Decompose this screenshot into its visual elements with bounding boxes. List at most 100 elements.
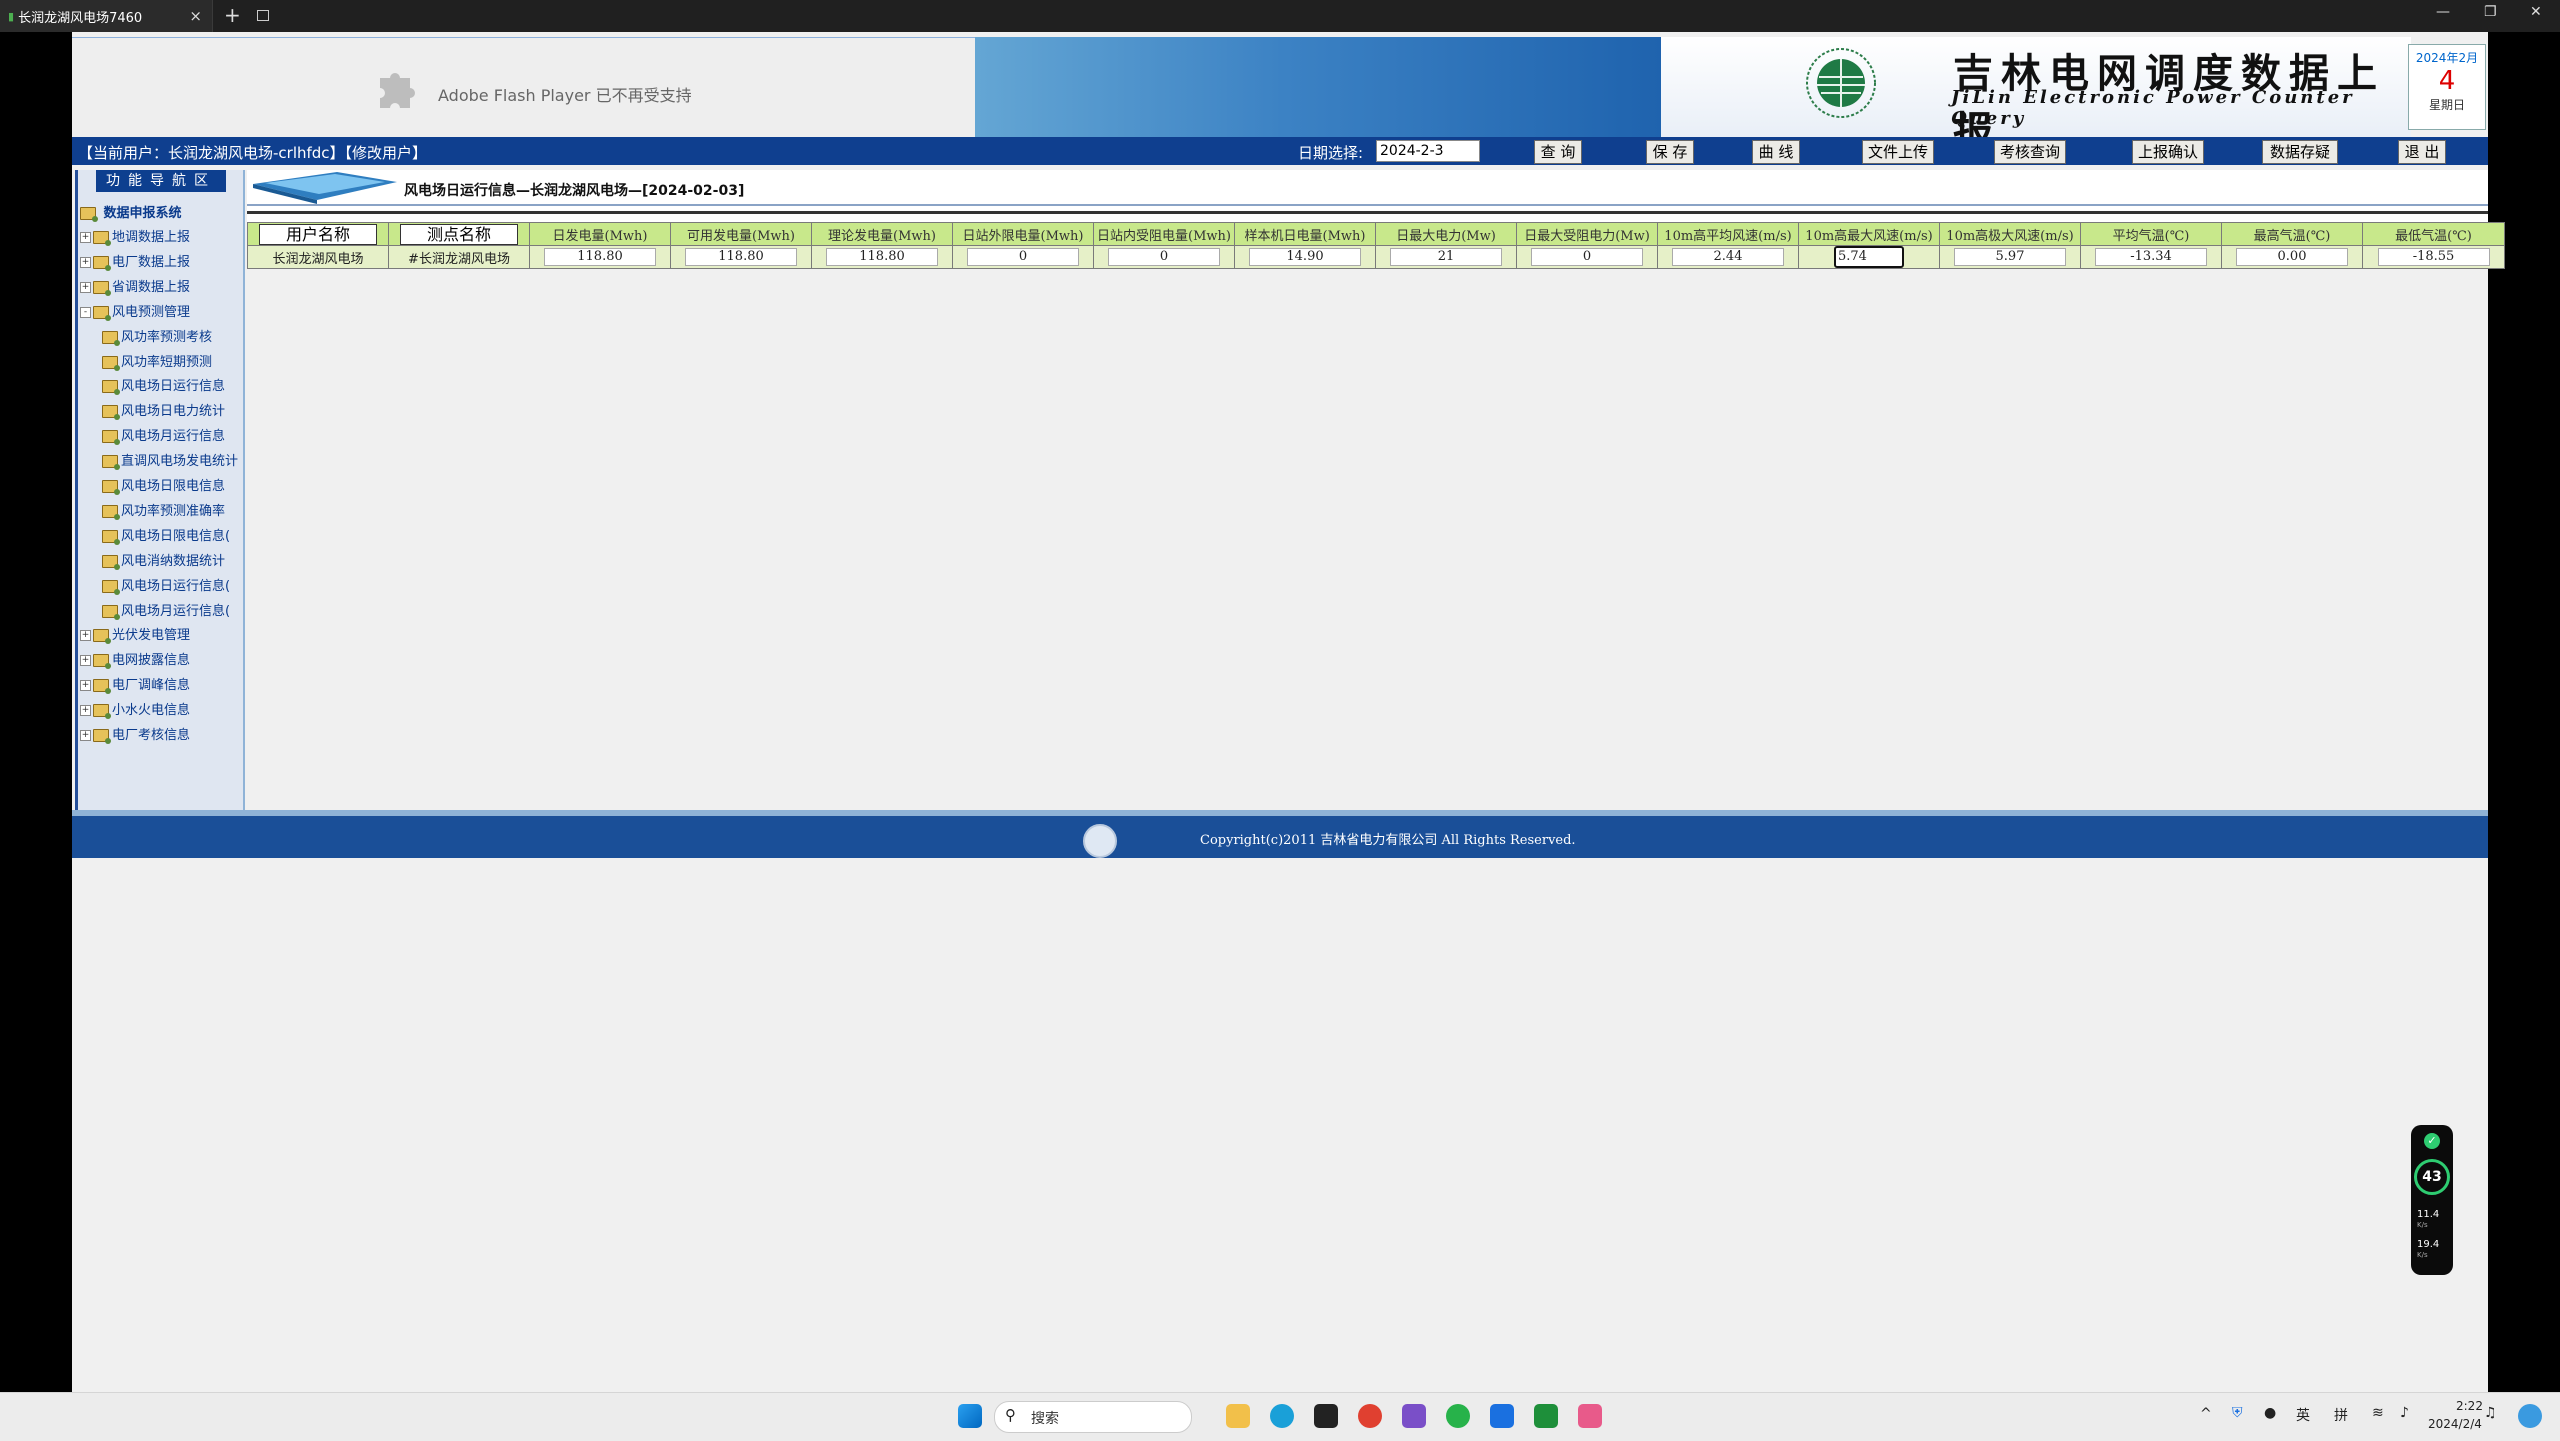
expand-icon[interactable]: +: [80, 655, 91, 667]
current-user[interactable]: 【当前用户：长润龙湖风电场-crlhfdc】【修改用户】: [78, 142, 427, 163]
sidebar-item-label: 风电场日运行信息: [121, 379, 226, 395]
volume-icon[interactable]: ♪: [2400, 1405, 2409, 1421]
new-tab-button[interactable]: +: [224, 4, 241, 26]
sidebar-item[interactable]: 直调风电场发电统计: [98, 450, 238, 474]
value-input[interactable]: 2.44: [1672, 248, 1784, 266]
sidebar-item-label: 风电消纳数据统计: [121, 553, 226, 569]
expand-icon[interactable]: +: [80, 705, 91, 717]
sidebar-item[interactable]: + 电厂考核信息: [80, 724, 190, 748]
sidebar-item[interactable]: + 光伏发电管理: [80, 624, 190, 648]
app-f-icon[interactable]: [1490, 1404, 1514, 1428]
query-button[interactable]: 查 询: [1534, 140, 1582, 164]
save-button[interactable]: 保 存: [1646, 140, 1694, 164]
ime-pinyin[interactable]: 拼: [2334, 1405, 2348, 1425]
edge-icon[interactable]: [1270, 1404, 1294, 1428]
value-input[interactable]: -18.55: [2377, 248, 2490, 266]
point-name-header-field[interactable]: 测点名称: [400, 223, 518, 245]
notification-bell-icon[interactable]: ♫: [2484, 1405, 2497, 1421]
value-input[interactable]: 14.90: [1249, 248, 1361, 266]
curve-button[interactable]: 曲 线: [1752, 140, 1800, 164]
sidebar-item[interactable]: 风功率预测准确率: [98, 500, 225, 524]
value-input[interactable]: 5.97: [1954, 248, 2066, 266]
sidebar-item[interactable]: + 电厂调峰信息: [80, 674, 190, 698]
minimize-button[interactable]: —: [2436, 4, 2450, 20]
sidebar-item[interactable]: 风功率短期预测: [98, 351, 212, 375]
clock-date[interactable]: 2024/2/4: [2428, 1417, 2482, 1431]
sidebar-item-label: 风电场日电力统计: [121, 404, 226, 420]
browser-app-icon[interactable]: [1578, 1404, 1602, 1428]
windows-start-icon[interactable]: [958, 1404, 982, 1428]
expand-icon[interactable]: +: [80, 730, 91, 741]
sidebar-item[interactable]: - 风电预测管理: [80, 301, 190, 325]
chrome-icon[interactable]: [1358, 1404, 1382, 1428]
sidebar-item[interactable]: 风电场日限电信息: [98, 475, 225, 499]
value-input[interactable]: 118.80: [544, 248, 656, 266]
tree-root[interactable]: 数据申报系统: [80, 202, 182, 226]
upload-speed: 11.4: [2417, 1209, 2440, 1220]
weather-icon[interactable]: [2518, 1404, 2542, 1428]
sidebar-item[interactable]: 风电场月运行信息: [98, 425, 225, 449]
browser-tab-bar: ▮ 长润龙湖风电场7460 × + — ❐ ✕: [0, 0, 2560, 32]
ime-english[interactable]: 英: [2296, 1405, 2310, 1425]
sidebar-item[interactable]: 风电场日限电信息(: [98, 525, 230, 549]
sidebar-item[interactable]: + 地调数据上报: [80, 226, 190, 250]
value-input[interactable]: 0.00: [2236, 248, 2348, 266]
expand-icon[interactable]: +: [80, 680, 91, 692]
terminal-icon[interactable]: [1314, 1404, 1338, 1428]
shield-check-icon: ✓: [2424, 1133, 2440, 1149]
value-input[interactable]: 118.80: [826, 248, 938, 266]
date-input[interactable]: [1376, 140, 1480, 162]
security-tray-icon[interactable]: ⛨: [2232, 1405, 2243, 1421]
sidebar-item-label: 电厂考核信息: [112, 728, 191, 743]
data-doubt-button[interactable]: 数据存疑: [2262, 140, 2338, 164]
expand-icon[interactable]: +: [80, 630, 91, 642]
expand-icon[interactable]: +: [80, 232, 91, 243]
tray-chevron-icon[interactable]: ^: [2200, 1406, 2212, 1422]
browser-tab[interactable]: ▮ 长润龙湖风电场7460 ×: [0, 0, 213, 32]
user-name-header-field[interactable]: 用户名称: [259, 223, 377, 245]
file-explorer-icon[interactable]: [1226, 1404, 1250, 1428]
value-input[interactable]: 5.74: [1834, 246, 1904, 268]
value-input[interactable]: 0: [1531, 248, 1643, 266]
wechat-icon[interactable]: [1446, 1404, 1470, 1428]
report-confirm-button[interactable]: 上报确认: [2132, 140, 2204, 164]
clock-time[interactable]: 2:22: [2456, 1399, 2483, 1413]
wifi-icon[interactable]: ≋: [2372, 1405, 2384, 1421]
sidebar-item[interactable]: 风电场日电力统计: [98, 400, 225, 424]
tab-actions-icon[interactable]: [257, 10, 269, 21]
sidebar-item[interactable]: 风电场日运行信息(: [98, 575, 230, 599]
sidebar-item[interactable]: 风电场月运行信息(: [98, 600, 230, 624]
search-box[interactable]: ⚲ 搜索: [994, 1401, 1192, 1433]
value-input[interactable]: 0: [1108, 248, 1220, 266]
sidebar-item[interactable]: + 省调数据上报: [80, 276, 190, 300]
network-speed-widget[interactable]: ✓ 43 11.4 K/s 19.4 K/s: [2411, 1125, 2453, 1275]
microphone-icon[interactable]: ●: [2264, 1405, 2276, 1421]
sidebar-item[interactable]: 风电场日运行信息: [98, 375, 225, 399]
sidebar-item[interactable]: + 电网披露信息: [80, 649, 190, 673]
tab-close-icon[interactable]: ×: [189, 7, 202, 25]
collapse-icon[interactable]: -: [80, 306, 91, 318]
value-input[interactable]: 21: [1390, 248, 1502, 266]
window-close-button[interactable]: ✕: [2530, 4, 2542, 20]
sidebar-item[interactable]: + 电厂数据上报: [80, 251, 190, 275]
sidebar-item[interactable]: 风电消纳数据统计: [98, 550, 225, 574]
value-input[interactable]: 0: [967, 248, 1079, 266]
assessment-query-button[interactable]: 考核查询: [1994, 140, 2066, 164]
divider: [247, 204, 2488, 206]
folder-icon: [102, 430, 120, 446]
restore-button[interactable]: ❐: [2484, 4, 2497, 20]
sidebar-item[interactable]: 风功率预测考核: [98, 326, 212, 350]
value-input[interactable]: -13.34: [2095, 248, 2207, 266]
cell-text: #长润龙湖风电场: [408, 251, 510, 267]
expand-icon[interactable]: +: [80, 256, 91, 268]
table-header-label: 日站外限电量(Mwh): [962, 228, 1084, 244]
sidebar-item[interactable]: + 小水火电信息: [80, 699, 190, 723]
value-input[interactable]: 118.80: [685, 248, 797, 266]
folder-icon: [102, 579, 120, 595]
file-upload-button[interactable]: 文件上传: [1862, 140, 1934, 164]
pycharm-icon[interactable]: [1534, 1404, 1558, 1428]
visual-studio-icon[interactable]: [1402, 1404, 1426, 1428]
expand-icon[interactable]: +: [80, 281, 91, 293]
exit-button[interactable]: 退 出: [2398, 140, 2446, 164]
sidebar-item-label: 风功率短期预测: [121, 354, 213, 370]
